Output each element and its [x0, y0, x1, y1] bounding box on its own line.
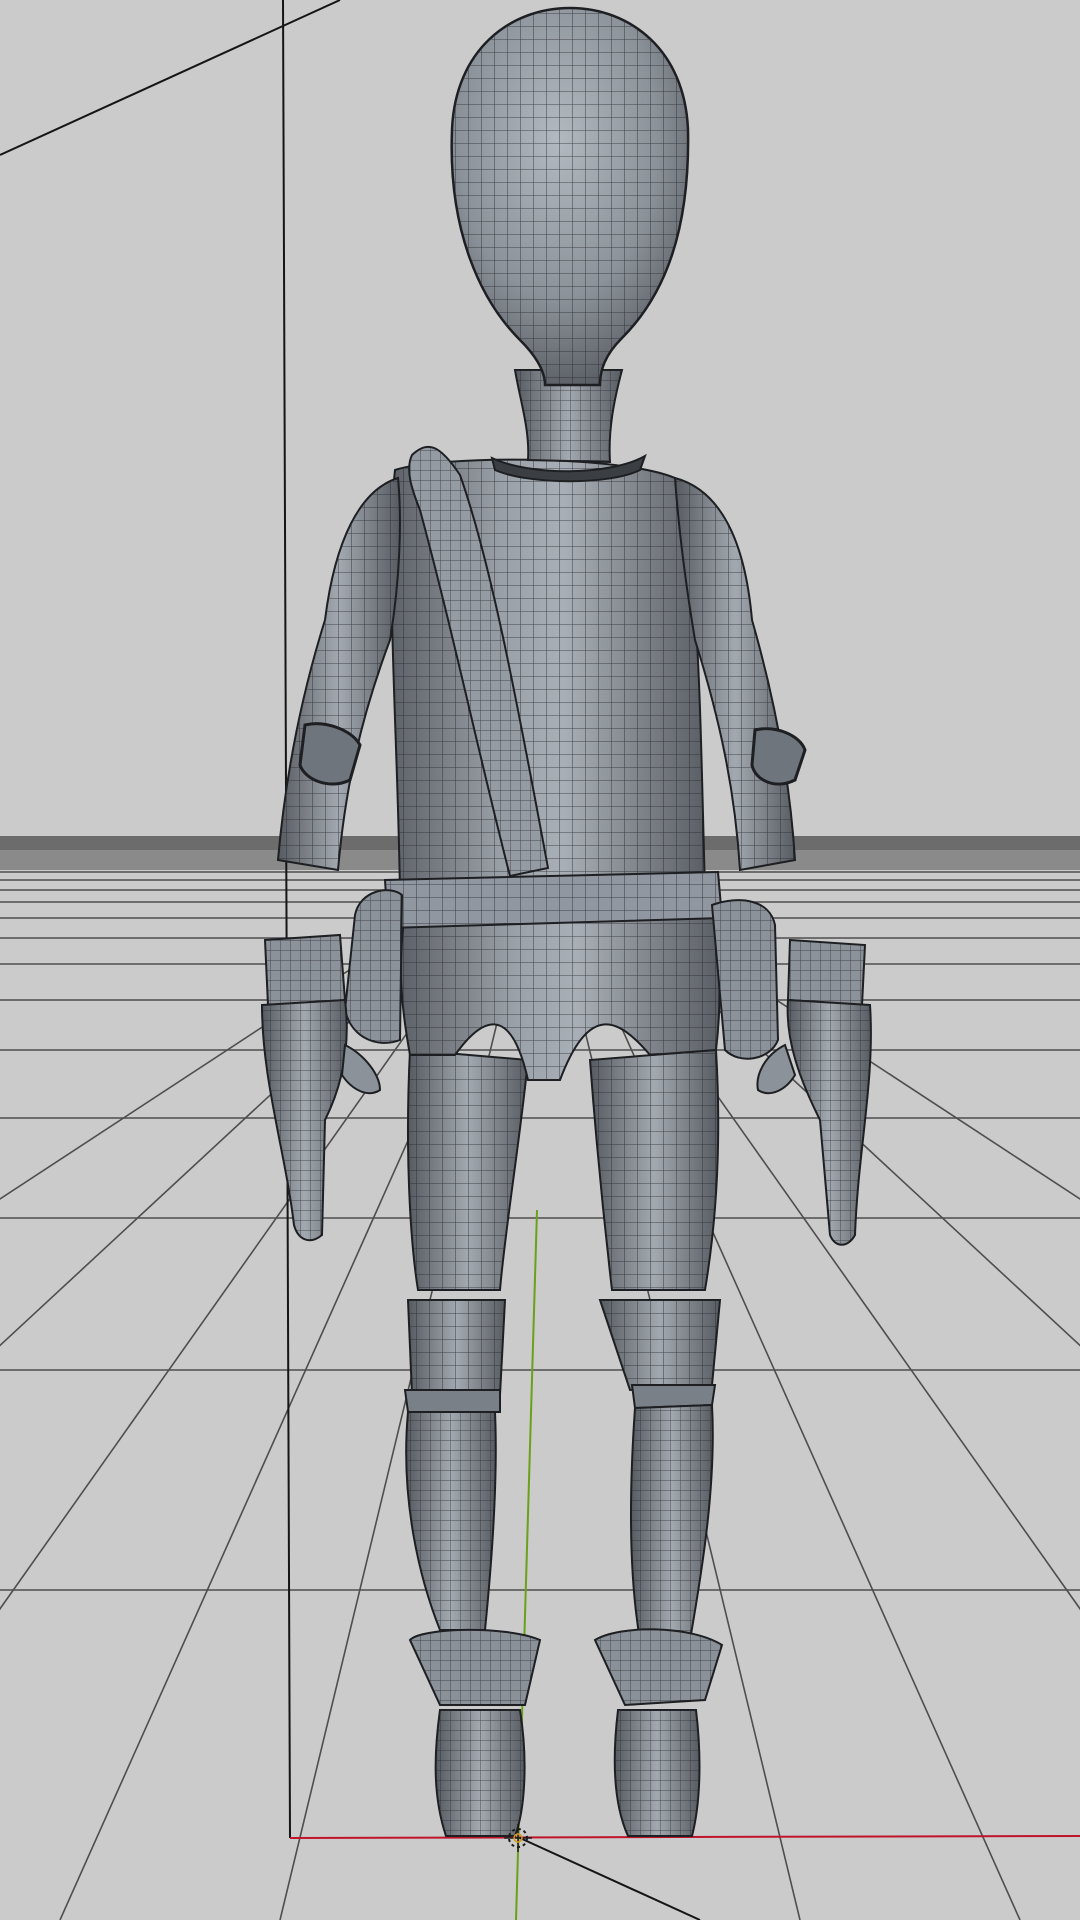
belt[interactable] — [383, 870, 724, 930]
hips[interactable] — [399, 903, 721, 1081]
viewport-canvas[interactable] — [0, 0, 1080, 1920]
3d-viewport[interactable] — [0, 0, 1080, 1920]
